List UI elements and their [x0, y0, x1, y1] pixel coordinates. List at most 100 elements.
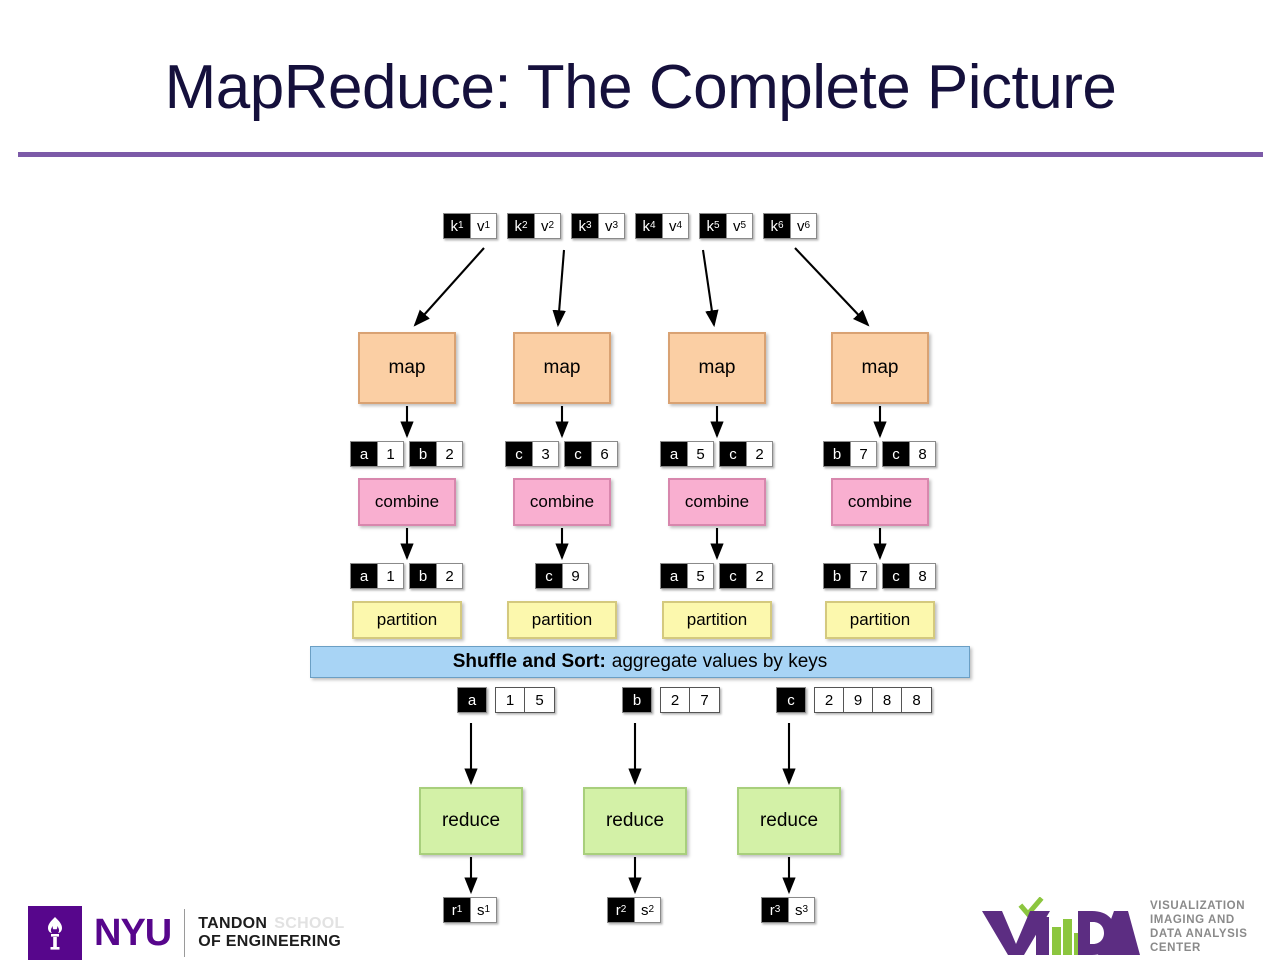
- kv-value: 7: [850, 564, 876, 588]
- map-output-kv: b 2: [409, 441, 463, 467]
- map-output-kv: a 5: [660, 441, 714, 467]
- kv-value: 9: [844, 688, 873, 712]
- kv-value: 5: [687, 442, 713, 466]
- combine-box: combine: [513, 478, 611, 526]
- reduce-output-kv: r2 s2: [607, 897, 661, 923]
- input-kv-pair: k6 v6: [763, 213, 817, 239]
- map-output-kv: c 3: [505, 441, 559, 467]
- kv-key: c: [776, 687, 806, 713]
- vida-line-3: DATA ANALYSIS: [1150, 928, 1248, 940]
- kv-value: v5: [726, 214, 752, 238]
- kv-key: r3: [762, 898, 788, 922]
- kv-key: b: [410, 442, 436, 466]
- map-output-kv: c 2: [719, 441, 773, 467]
- kv-key: k2: [508, 214, 534, 238]
- arrow-input-to-map: [794, 247, 870, 327]
- kv-value: 2: [815, 688, 844, 712]
- kv-key: a: [457, 687, 487, 713]
- kv-key: k4: [636, 214, 662, 238]
- kv-key: k6: [764, 214, 790, 238]
- vida-wordmark-icon: [982, 897, 1140, 955]
- kv-value: 7: [700, 691, 709, 709]
- map-box: map: [831, 332, 929, 404]
- map-box: map: [358, 332, 456, 404]
- kv-key: r1: [444, 898, 470, 922]
- vida-logo: VISUALIZATION IMAGING AND DATA ANALYSIS …: [980, 897, 1247, 959]
- map-output-kv: b 7: [823, 441, 877, 467]
- kv-value: 9: [562, 564, 588, 588]
- kv-key: b: [824, 564, 850, 588]
- kv-value: v4: [662, 214, 688, 238]
- map-output-kv: c 8: [882, 441, 936, 467]
- kv-value: v2: [534, 214, 560, 238]
- kv-value: 8: [873, 688, 902, 712]
- vida-line-1: VISUALIZATION: [1150, 900, 1246, 913]
- arrow-input-to-map: [701, 249, 719, 328]
- kv-key: k3: [572, 214, 598, 238]
- kv-value: 2: [661, 688, 690, 712]
- map-box: map: [513, 332, 611, 404]
- shuffle-output-group: b 2 7: [622, 687, 720, 713]
- kv-key: c: [506, 442, 532, 466]
- combine-output-kv: b 2: [409, 563, 463, 589]
- kv-value: 6: [591, 442, 617, 466]
- partition-box: partition: [825, 601, 935, 639]
- combine-box: combine: [668, 478, 766, 526]
- kv-key: b: [824, 442, 850, 466]
- kv-value: 5: [535, 691, 544, 709]
- reduce-output-kv: r1 s1: [443, 897, 497, 923]
- reduce-output-kv: r3 s3: [761, 897, 815, 923]
- kv-value: s1: [470, 898, 496, 922]
- arrow-input-to-map: [413, 247, 485, 327]
- kv-value: 8: [909, 442, 935, 466]
- kv-value: v3: [598, 214, 624, 238]
- kv-key: k1: [444, 214, 470, 238]
- shuffle-and-sort-banner: Shuffle and Sort: aggregate values by key…: [310, 646, 970, 678]
- kv-value: 7: [850, 442, 876, 466]
- kv-key: a: [351, 564, 377, 588]
- kv-value-list: 2 9 8 8: [814, 687, 932, 713]
- kv-value: 8: [912, 691, 921, 709]
- kv-value: 5: [687, 564, 713, 588]
- nyu-school-label: SCHOOL: [274, 915, 345, 933]
- combine-output-kv: c 8: [882, 563, 936, 589]
- combine-box: combine: [831, 478, 929, 526]
- nyu-tandon-label: TANDON: [198, 915, 268, 933]
- kv-value: s3: [788, 898, 814, 922]
- kv-key: c: [883, 442, 909, 466]
- partition-box: partition: [352, 601, 462, 639]
- kv-value: 2: [746, 564, 772, 588]
- kv-key: c: [536, 564, 562, 588]
- input-kv-pair: k1 v1: [443, 213, 497, 239]
- shuffle-output-group: a 1 5: [457, 687, 555, 713]
- combine-output-kv: b 7: [823, 563, 877, 589]
- reduce-box: reduce: [737, 787, 841, 855]
- kv-value: 2: [436, 442, 462, 466]
- nyu-torch-icon: [28, 906, 82, 960]
- reduce-box: reduce: [583, 787, 687, 855]
- kv-value-list: 1 5: [495, 687, 555, 713]
- kv-value: 8: [909, 564, 935, 588]
- kv-value: 1: [377, 564, 403, 588]
- partition-box: partition: [662, 601, 772, 639]
- input-kv-pair: k4 v4: [635, 213, 689, 239]
- combine-output-kv: a 5: [660, 563, 714, 589]
- reduce-box: reduce: [419, 787, 523, 855]
- kv-key: c: [883, 564, 909, 588]
- shuffle-label-strong: Shuffle and Sort:: [452, 651, 606, 672]
- kv-key: k5: [700, 214, 726, 238]
- kv-key: r2: [608, 898, 634, 922]
- mapreduce-diagram: k1 v1 k2 v2 k3 v3 k4 v4 k5 v5 k6 v6 map …: [0, 0, 1281, 966]
- input-kv-pair: k5 v5: [699, 213, 753, 239]
- map-output-kv: a 1: [350, 441, 404, 467]
- kv-value: 1: [377, 442, 403, 466]
- kv-key: c: [720, 442, 746, 466]
- kv-key: a: [661, 564, 687, 588]
- kv-value: 1: [496, 688, 525, 712]
- kv-value: 3: [532, 442, 558, 466]
- nyu-divider: [184, 909, 186, 957]
- map-box: map: [668, 332, 766, 404]
- kv-key: b: [410, 564, 436, 588]
- kv-key: a: [661, 442, 687, 466]
- shuffle-label-rest: aggregate values by keys: [611, 651, 828, 672]
